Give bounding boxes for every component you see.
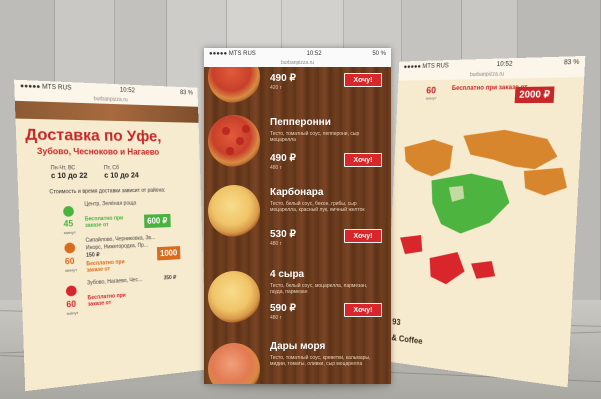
center-phone-menu-screen: ●●●●● MTS RUS 10:52 50 % burbanpizza.ru … xyxy=(204,48,391,384)
zone-threshold-badge: 600 ₽ xyxy=(144,213,171,229)
pizza-price: 590 ₽ xyxy=(270,303,296,314)
order-button[interactable]: Хочу! xyxy=(344,153,382,167)
zone-minutes: 45 минут xyxy=(63,218,76,236)
zone-free-label: Бесплатно при заказе от xyxy=(86,259,125,274)
zone-minutes: 60 минут xyxy=(425,85,437,101)
menu-item: Пепперонни Тесто, томатный соус, пепперо… xyxy=(204,115,391,181)
zone-areas: Центр, Зелёная роща xyxy=(84,200,137,208)
zone-areas: Зубово, Нагаево, Чес... xyxy=(86,276,143,287)
url-bar[interactable]: burbanpizza.ru xyxy=(204,59,391,67)
zone-header: 60 минут Бесплатно при заказе от 2000 ₽ xyxy=(396,77,585,118)
map-zone-orange-1 xyxy=(403,139,454,178)
pizza-description: Тесто, томатный соус, пепперони, сыр моц… xyxy=(270,131,360,143)
menu-item: Дары моря Тесто, томатный соус, креветки… xyxy=(204,339,391,384)
zone-price: 150 ₽ xyxy=(85,251,100,259)
pizza-weight: 480 г xyxy=(270,315,282,321)
zone-areas-2: Инорс, Нижегородка, Пр... xyxy=(85,242,149,252)
menu-item: 490 ₽ 420 г Хочу! xyxy=(204,67,391,111)
pizza-image xyxy=(208,343,260,384)
pizza-image xyxy=(208,115,260,167)
pizza-name: Карбонара xyxy=(270,187,324,198)
pizza-image xyxy=(208,271,260,323)
map-zone-green xyxy=(428,172,511,237)
pizza-image xyxy=(208,67,260,103)
zone-red: Зубово, Нагаево, Чес... 350 ₽ 60 минут Бе… xyxy=(21,273,204,322)
zone-green-dot xyxy=(62,205,75,217)
battery-label: 83 % xyxy=(179,89,194,97)
zone-threshold-badge: 1000 xyxy=(156,246,181,261)
menu-item: Карбонара Тесто, белый соус, бекон, гриб… xyxy=(204,185,391,257)
zone-threshold-badge: 2000 ₽ xyxy=(514,86,555,104)
carrier-label: ●●●●● MTS RUS xyxy=(19,82,72,92)
pizza-name: Пепперонни xyxy=(270,117,331,128)
pizza-image xyxy=(208,185,260,237)
hours-days-label: Пт, Сб xyxy=(103,165,120,172)
map-zone-red-1 xyxy=(399,233,424,256)
status-bar: ●●●●● MTS RUS 10:52 50 % xyxy=(204,48,391,59)
pizza-price: 490 ₽ xyxy=(270,153,296,164)
hours-days-label: Пн-Чт, ВС xyxy=(50,165,76,172)
zone-orange: Сипайлово, Черниковка, Зв... Инорс, Ниже… xyxy=(20,233,203,278)
zone-free-label: Бесплатно при заказе от xyxy=(84,215,124,230)
clock-label: 10:52 xyxy=(306,50,322,57)
carrier-label: ●●●●● MTS RUS xyxy=(403,62,449,71)
battery-label: 50 % xyxy=(372,50,386,57)
clock-label: 10:52 xyxy=(119,86,136,94)
delivery-title: Доставка по Уфе, xyxy=(24,125,162,146)
order-button[interactable]: Хочу! xyxy=(344,229,382,243)
cost-note: Стоимость и время доставки зависит от ра… xyxy=(49,187,166,196)
delivery-map[interactable]: 93 & Coffee xyxy=(385,117,582,373)
map-zone-orange-3 xyxy=(522,166,569,197)
pizza-menu-list: 490 ₽ 420 г Хочу! Пепперонни Тесто, тома… xyxy=(204,67,391,384)
pizza-weight: 420 г xyxy=(270,85,282,91)
hours-weekdays: Пн-Чт, ВС с 10 до 22 xyxy=(51,165,88,180)
pizza-description: Тесто, белый соус, моцарелла, пармезан, … xyxy=(270,283,368,295)
zone-free-label: Бесплатно при заказе от xyxy=(87,292,126,308)
order-button[interactable]: Хочу! xyxy=(344,303,382,317)
pizza-name: 4 сыра xyxy=(270,269,305,280)
pizza-description: Тесто, томатный соус, креветки, кальмары… xyxy=(270,355,371,367)
battery-label: 83 % xyxy=(563,58,580,66)
pizza-price: 490 ₽ xyxy=(270,73,296,84)
pizza-weight: 480 г xyxy=(270,241,282,247)
hours-time-label: с 10 до 22 xyxy=(50,172,88,181)
zone-red-dot xyxy=(65,285,77,297)
map-zone-red-2 xyxy=(428,249,466,286)
order-button[interactable]: Хочу! xyxy=(344,73,382,87)
pizza-name: Дары моря xyxy=(270,341,326,352)
map-zone-red-3 xyxy=(470,259,496,281)
city-map-graphic xyxy=(399,129,569,286)
footer-number: 93 xyxy=(392,317,401,328)
pizza-price: 530 ₽ xyxy=(270,229,296,240)
clock-label: 10:52 xyxy=(496,60,513,68)
zone-minutes: 60 минут xyxy=(66,299,79,317)
right-phone-map-screen: ●●●●● MTS RUS 10:52 83 % burbanpizza.ru … xyxy=(384,55,586,388)
zone-orange-dot xyxy=(64,242,76,254)
carrier-label: ●●●●● MTS RUS xyxy=(209,50,256,57)
map-zone-orange-2 xyxy=(461,129,559,170)
zone-minutes: 60 минут xyxy=(64,256,78,274)
pizza-description: Тесто, белый соус, бекон, грибы, сыр моц… xyxy=(270,201,365,213)
left-phone-delivery-screen: ●●●●● MTS RUS 10:52 83 % burbanpizza.ru … xyxy=(14,79,207,392)
zone-price: 350 ₽ xyxy=(163,274,177,282)
hours-weekend: Пт, Сб с 10 до 24 xyxy=(104,165,139,180)
delivery-subtitle: Зубово, Чесноково и Нагаево xyxy=(36,146,160,157)
hours-time-label: с 10 до 24 xyxy=(104,172,139,180)
working-hours: Пн-Чт, ВС с 10 до 22 Пт, Сб с 10 до 24 xyxy=(17,156,201,180)
menu-item: 4 сыра Тесто, белый соус, моцарелла, пар… xyxy=(204,267,391,337)
pizza-weight: 480 г xyxy=(270,165,282,171)
